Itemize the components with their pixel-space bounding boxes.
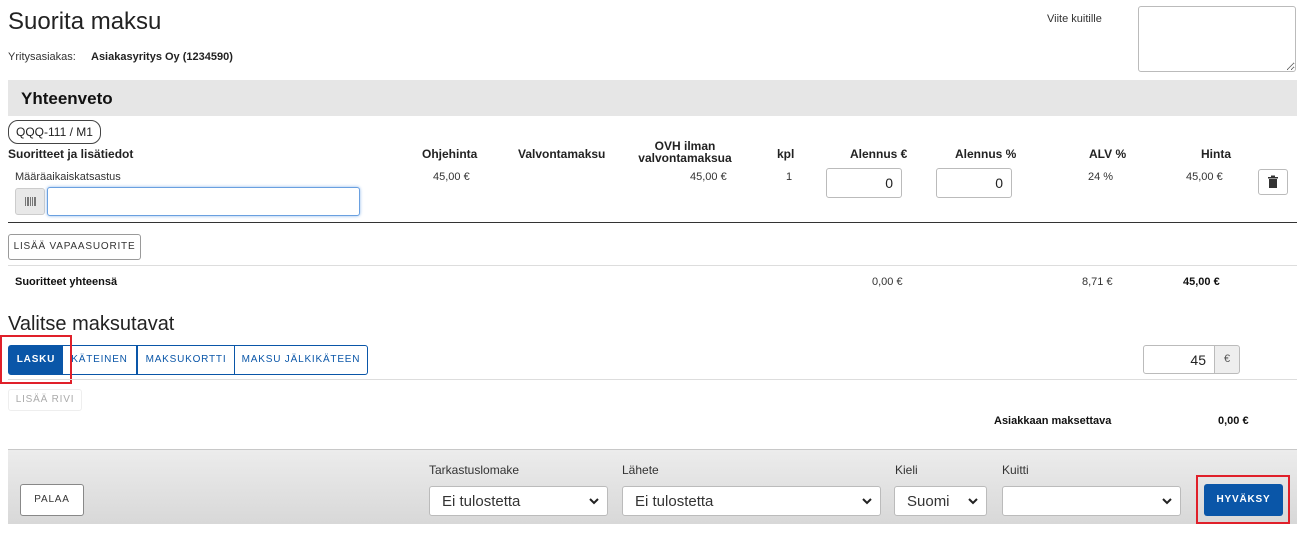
col-discount-pct: Alennus % (955, 147, 1017, 161)
col-ovh-line2: valvontamaksua (638, 151, 732, 165)
totals-vat: 8,71 € (1082, 276, 1113, 288)
row-price: 45,00 € (1186, 171, 1223, 183)
totals-label: Suoritteet yhteensä (15, 276, 118, 288)
highlight-box (1196, 475, 1290, 524)
discount-pct-input[interactable] (936, 168, 1012, 198)
discount-eur-input[interactable] (826, 168, 902, 198)
col-discount-eur: Alennus € (850, 147, 908, 161)
divider (8, 265, 1297, 266)
row-qty: 1 (786, 171, 793, 183)
vehicle-tag: QQQ-111 / M1 (8, 120, 101, 144)
language-label: Kieli (895, 463, 918, 477)
col-qty: kpl (777, 147, 795, 161)
back-button[interactable]: PALAA (20, 484, 84, 516)
chevron-down-icon (589, 498, 599, 505)
chevron-down-icon (968, 498, 978, 505)
payment-method-maksu-jalkikateen[interactable]: MAKSU JÄLKIKÄTEEN (234, 345, 368, 375)
payment-amount-input[interactable] (1143, 345, 1215, 374)
receipt-label: Kuitti (1002, 463, 1029, 477)
divider (8, 379, 1297, 380)
reference-label: Viite kuitille (1047, 13, 1102, 25)
summary-header-bar (8, 80, 1297, 116)
reference-textarea[interactable] (1138, 6, 1296, 72)
currency-addon: € (1214, 345, 1240, 374)
row-list-price: 45,00 € (433, 171, 470, 183)
customer-payable-label: Asiakkaan maksettava (994, 415, 1112, 427)
customer-label: Yritysasiakas: (8, 51, 76, 63)
col-list-price: Ohjehinta (422, 147, 478, 161)
barcode-button[interactable] (15, 188, 45, 215)
row-ovh: 45,00 € (690, 171, 727, 183)
row-service: Määräaikaiskatsastus (15, 171, 121, 183)
customer-value: Asiakasyritys Oy (1234590) (91, 51, 233, 63)
inspection-form-value: Ei tulostetta (442, 493, 521, 510)
col-ovh: OVH ilman valvontamaksua (633, 140, 737, 164)
payment-heading: Valitse maksutavat (8, 313, 175, 335)
add-free-service-button[interactable]: LISÄÄ VAPAASUORITE (8, 234, 141, 260)
delete-row-button[interactable] (1258, 169, 1288, 195)
payment-method-kateinen[interactable]: KÄTEINEN (63, 345, 137, 375)
dispatch-select[interactable]: Ei tulostetta (622, 486, 881, 516)
dispatch-label: Lähete (622, 463, 659, 477)
chevron-down-icon (1162, 498, 1172, 505)
language-select[interactable]: Suomi (894, 486, 987, 516)
summary-heading: Yhteenveto (21, 89, 113, 108)
inspection-form-select[interactable]: Ei tulostetta (429, 486, 608, 516)
payment-method-maksukortti[interactable]: MAKSUKORTTI (137, 345, 235, 375)
page-title: Suorita maksu (8, 8, 162, 35)
receipt-select[interactable] (1002, 486, 1181, 516)
totals-price: 45,00 € (1183, 276, 1220, 288)
divider (8, 222, 1297, 223)
col-supervision-fee: Valvontamaksu (518, 147, 606, 161)
trash-icon (1268, 175, 1278, 188)
col-price: Hinta (1201, 147, 1231, 161)
inspection-form-label: Tarkastuslomake (429, 463, 520, 477)
dispatch-value: Ei tulostetta (635, 493, 714, 510)
customer-payable-value: 0,00 € (1218, 415, 1249, 427)
barcode-input[interactable] (47, 187, 360, 216)
add-row-button[interactable]: LISÄÄ RIVI (8, 389, 82, 411)
chevron-down-icon (862, 498, 872, 505)
col-service: Suoritteet ja lisätiedot (8, 147, 134, 161)
row-vat-pct: 24 % (1088, 171, 1114, 183)
totals-discount: 0,00 € (872, 276, 903, 288)
barcode-icon (25, 197, 36, 206)
col-vat-pct: ALV % (1089, 147, 1127, 161)
language-value: Suomi (907, 493, 950, 510)
highlight-box (0, 335, 72, 384)
